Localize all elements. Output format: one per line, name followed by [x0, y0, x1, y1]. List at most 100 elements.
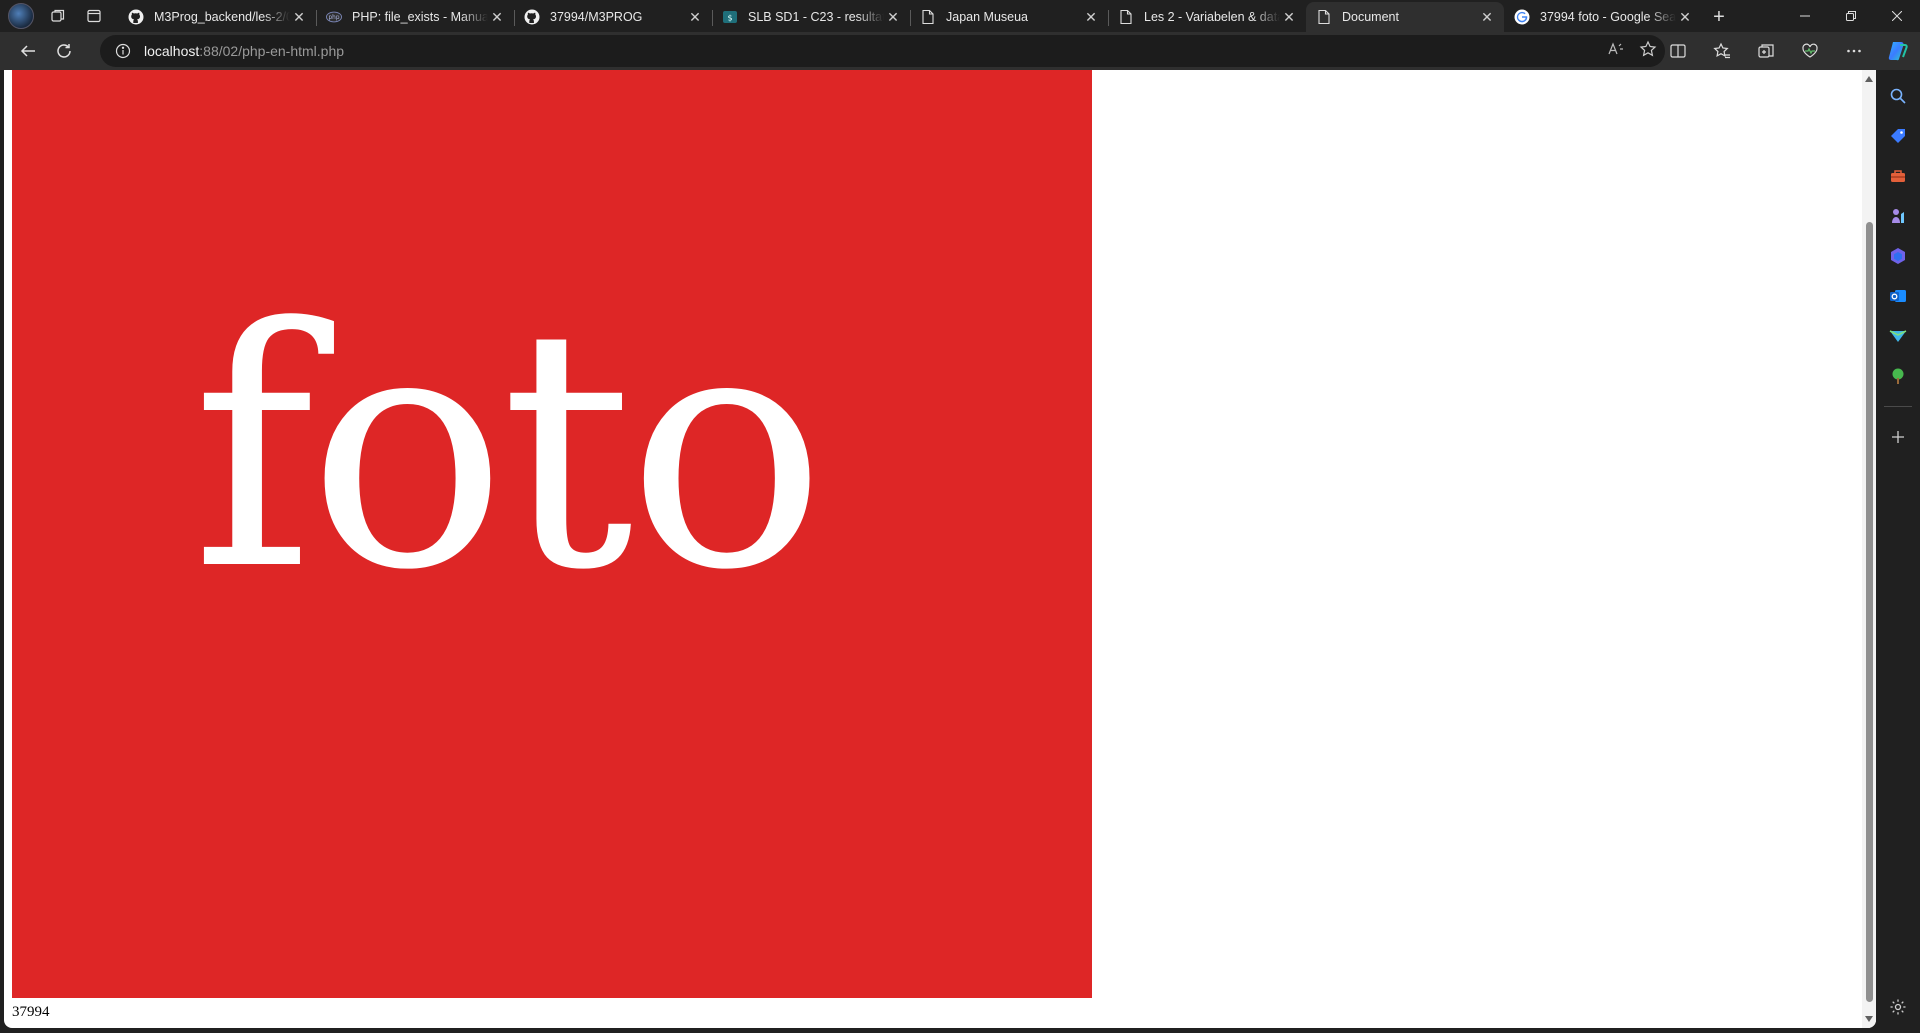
close-tab-icon[interactable]: ✕ — [488, 8, 506, 26]
copilot-button[interactable] — [1876, 32, 1920, 70]
back-arrow-icon — [20, 45, 35, 57]
shopping-tag-icon — [1891, 129, 1905, 143]
workspaces-button[interactable] — [40, 0, 76, 32]
tab-title: SLB SD1 - C23 - resultate — [748, 10, 884, 24]
browser-window: M3Prog_backend/les-2/0 ✕ php PHP: file_e… — [0, 0, 1920, 1033]
svg-text:$: $ — [727, 14, 732, 23]
tab-title: 37994 foto - Google Sea — [1540, 10, 1676, 24]
restore-button[interactable] — [1828, 0, 1874, 32]
outlook-icon — [1890, 290, 1906, 302]
plus-icon — [1892, 431, 1904, 443]
vertical-tabs-button[interactable] — [76, 0, 112, 32]
foto-image: foto — [12, 70, 1092, 998]
copilot-icon — [1888, 42, 1908, 61]
close-tab-icon[interactable]: ✕ — [1280, 8, 1298, 26]
close-tab-icon[interactable]: ✕ — [686, 8, 704, 26]
split-screen-button[interactable] — [1656, 32, 1700, 70]
tab-google-search[interactable]: 37994 foto - Google Sea ✕ — [1504, 2, 1702, 32]
edge-sidebar — [1876, 70, 1920, 1033]
navigation-toolbar: localhost:88/02/php-en-html.php — [0, 32, 1920, 70]
favorite-star-icon[interactable] — [1639, 40, 1657, 63]
tab-title: Japan Museua — [946, 10, 1029, 24]
tab-title: Les 2 - Variabelen & data — [1144, 10, 1280, 24]
sidebar-tools-button[interactable] — [1882, 160, 1914, 192]
settings-more-button[interactable] — [1832, 32, 1876, 70]
restore-icon — [1846, 11, 1856, 21]
github-icon — [128, 9, 144, 25]
tab-title: Document — [1342, 10, 1399, 24]
tab-actions-icon — [87, 9, 101, 23]
scroll-down-arrow-icon[interactable] — [1864, 1014, 1874, 1024]
sidebar-games-button[interactable] — [1882, 200, 1914, 232]
refresh-button[interactable] — [46, 35, 82, 67]
toolbar-actions — [1656, 32, 1920, 70]
sidebar-microsoft365-button[interactable] — [1882, 240, 1914, 272]
tab-m3prog-backend[interactable]: M3Prog_backend/les-2/0 ✕ — [118, 2, 316, 32]
tab-japan-museua[interactable]: Japan Museua ✕ — [910, 2, 1108, 32]
close-tab-icon[interactable]: ✕ — [1478, 8, 1496, 26]
tab-slb-results[interactable]: $ SLB SD1 - C23 - resultate ✕ — [712, 2, 910, 32]
url-path: :88/02/php-en-html.php — [199, 43, 345, 59]
php-icon: php — [326, 9, 342, 25]
minimize-button[interactable] — [1782, 0, 1828, 32]
tab-document[interactable]: Document ✕ — [1306, 2, 1504, 32]
games-chess-icon — [1892, 209, 1904, 223]
tab-title: PHP: file_exists - Manual — [352, 10, 488, 24]
minimize-icon — [1800, 15, 1810, 17]
tab-title: M3Prog_backend/les-2/0 — [154, 10, 290, 24]
address-bar-actions — [1607, 35, 1657, 67]
student-number-text: 37994 — [12, 1004, 50, 1020]
google-icon — [1514, 9, 1530, 25]
page-icon — [1118, 9, 1134, 25]
github-icon — [524, 9, 540, 25]
browser-essentials-button[interactable] — [1788, 32, 1832, 70]
sidebar-drop-button[interactable] — [1882, 320, 1914, 352]
scroll-up-arrow-icon[interactable] — [1864, 74, 1874, 84]
favorites-button[interactable] — [1700, 32, 1744, 70]
heart-pulse-icon — [1802, 43, 1818, 58]
close-icon — [1892, 11, 1902, 21]
tree-icon — [1892, 368, 1904, 384]
tab-les2-variabelen[interactable]: Les 2 - Variabelen & data ✕ — [1108, 2, 1306, 32]
sidebar-outlook-button[interactable] — [1882, 280, 1914, 312]
url-host: localhost — [144, 43, 200, 59]
collections-icon — [1758, 44, 1774, 58]
address-bar[interactable]: localhost:88/02/php-en-html.php — [100, 35, 1665, 67]
split-screen-icon — [1670, 44, 1686, 58]
gear-icon — [1890, 999, 1906, 1015]
close-tab-icon[interactable]: ✕ — [1082, 8, 1100, 26]
collections-button[interactable] — [1744, 32, 1788, 70]
page-icon — [1316, 9, 1332, 25]
tab-php-manual[interactable]: php PHP: file_exists - Manual ✕ — [316, 2, 514, 32]
sidebar-tree-button[interactable] — [1882, 360, 1914, 392]
close-tab-icon[interactable]: ✕ — [884, 8, 902, 26]
sidebar-divider — [1884, 406, 1912, 407]
foto-image-text: foto — [192, 258, 826, 642]
toolbox-icon — [1891, 170, 1905, 182]
close-tab-icon[interactable]: ✕ — [1676, 8, 1694, 26]
tab-github-m3prog[interactable]: 37994/M3PROG ✕ — [514, 2, 712, 32]
new-tab-button[interactable]: + — [1702, 2, 1736, 32]
close-tab-icon[interactable]: ✕ — [290, 8, 308, 26]
sidebar-add-button[interactable] — [1882, 421, 1914, 453]
svg-text:php: php — [329, 15, 340, 21]
send-drop-icon — [1889, 330, 1907, 342]
workspaces-icon — [51, 9, 65, 22]
close-window-button[interactable] — [1874, 0, 1920, 32]
sidebar-search-button[interactable] — [1882, 80, 1914, 112]
favorites-icon — [1713, 42, 1730, 59]
read-aloud-icon[interactable] — [1607, 40, 1625, 63]
sidebar-settings-button[interactable] — [1882, 991, 1914, 1023]
vertical-scrollbar[interactable] — [1862, 70, 1876, 1028]
search-icon — [1890, 88, 1906, 104]
back-button[interactable] — [10, 35, 46, 67]
more-dots-icon — [1847, 49, 1861, 53]
window-controls — [1782, 0, 1920, 32]
site-info-icon[interactable] — [114, 42, 132, 60]
url-text[interactable]: localhost:88/02/php-en-html.php — [144, 43, 344, 59]
profile-avatar[interactable] — [8, 3, 34, 29]
sidebar-shopping-button[interactable] — [1882, 120, 1914, 152]
scrollbar-thumb[interactable] — [1866, 222, 1873, 1002]
page-icon — [920, 9, 936, 25]
refresh-icon — [57, 44, 71, 58]
